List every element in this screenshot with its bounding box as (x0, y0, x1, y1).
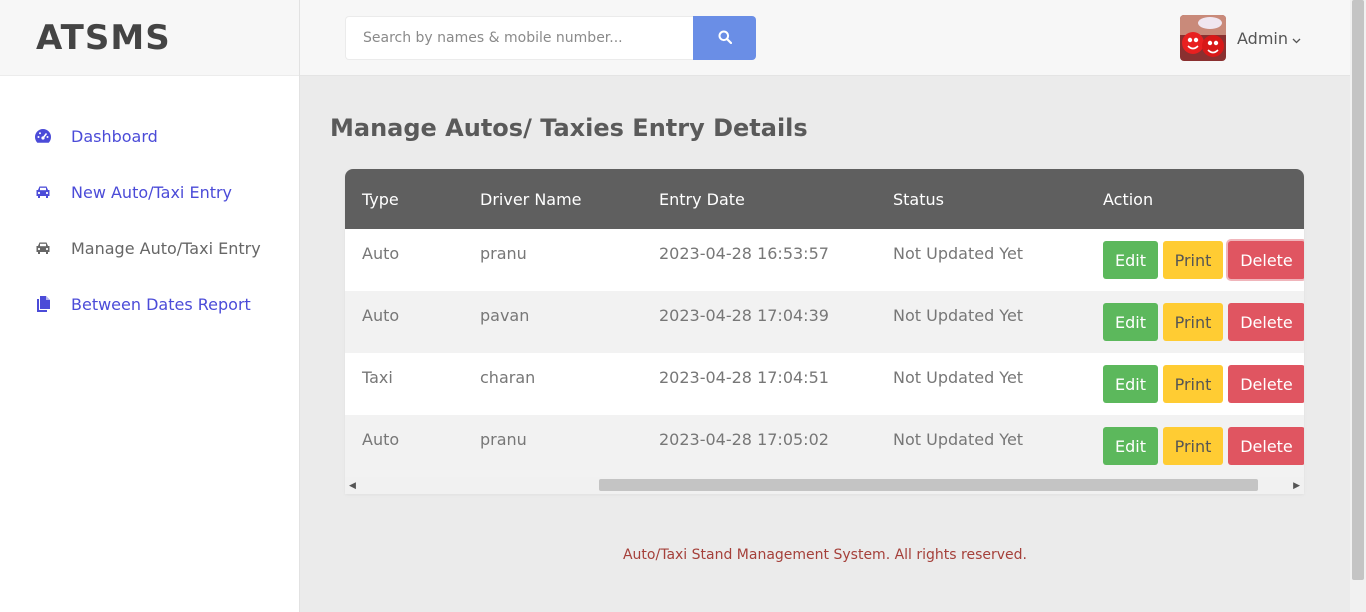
print-button[interactable]: Print (1163, 241, 1223, 279)
delete-button[interactable]: Delete (1228, 427, 1304, 465)
cell-driver-name: pranu (480, 430, 527, 449)
scrollbar-thumb[interactable] (599, 479, 1258, 491)
delete-button[interactable]: Delete (1228, 365, 1304, 403)
top-header: Admin (300, 0, 1350, 76)
search-input[interactable] (345, 16, 693, 60)
cell-status: Not Updated Yet (893, 244, 1024, 263)
table-row: Taxi charan 2023-04-28 17:04:51 Not Upda… (345, 353, 1304, 415)
car-icon (34, 239, 52, 257)
sidebar-item-label: New Auto/Taxi Entry (71, 182, 233, 202)
table-row: Auto pavan 2023-04-28 17:04:39 Not Updat… (345, 291, 1304, 353)
cell-type: Taxi (362, 368, 393, 387)
column-header-type: Type (362, 189, 399, 209)
scroll-right-icon[interactable]: ▶ (1293, 481, 1300, 491)
car-icon (34, 183, 52, 201)
cell-status: Not Updated Yet (893, 430, 1024, 449)
avatar[interactable] (1180, 15, 1226, 61)
chevron-down-icon (1292, 29, 1301, 48)
sidebar-item-label: Dashboard (71, 126, 158, 146)
table-header-row: Type Driver Name Entry Date Status Actio… (345, 169, 1304, 229)
cell-status: Not Updated Yet (893, 368, 1024, 387)
sidebar-nav: Dashboard New Auto/Taxi Entry Manage Aut… (0, 108, 299, 332)
cell-driver-name: pavan (480, 306, 530, 325)
cell-type: Auto (362, 306, 400, 325)
table-row: Auto pranu 2023-04-28 17:05:02 Not Updat… (345, 415, 1304, 477)
edit-button[interactable]: Edit (1103, 241, 1158, 279)
search-button[interactable] (693, 16, 756, 60)
entries-table: Type Driver Name Entry Date Status Actio… (345, 169, 1304, 494)
cell-entry-date: 2023-04-28 17:05:02 (659, 430, 829, 449)
user-menu[interactable]: Admin (1180, 15, 1301, 61)
sidebar-item-label: Between Dates Report (71, 294, 251, 314)
search-icon (718, 29, 732, 48)
cell-driver-name: pranu (480, 244, 527, 263)
print-button[interactable]: Print (1163, 303, 1223, 341)
sidebar-item-manage-entry[interactable]: Manage Auto/Taxi Entry (0, 220, 299, 276)
scroll-left-icon[interactable]: ◀ (349, 481, 356, 491)
sidebar: ATSMS Dashboard New Auto/Taxi Entry Mana… (0, 0, 300, 612)
table-row: Auto pranu 2023-04-28 16:53:57 Not Updat… (345, 229, 1304, 291)
dashboard-icon (34, 127, 52, 145)
cell-actions: Edit Print Delete (1103, 427, 1304, 465)
print-button[interactable]: Print (1163, 427, 1223, 465)
files-icon (34, 295, 52, 313)
footer-text: Auto/Taxi Stand Management System. All r… (622, 547, 1027, 563)
delete-button[interactable]: Delete (1228, 241, 1304, 279)
cell-entry-date: 2023-04-28 17:04:39 (659, 306, 829, 325)
cell-status: Not Updated Yet (893, 306, 1024, 325)
cell-actions: Edit Print Delete (1103, 303, 1304, 341)
cell-actions: Edit Print Delete (1103, 241, 1304, 279)
cell-type: Auto (362, 430, 400, 449)
edit-button[interactable]: Edit (1103, 427, 1158, 465)
scrollbar-thumb[interactable] (1352, 0, 1364, 580)
page-title: Manage Autos/ Taxies Entry Details (330, 114, 808, 142)
column-header-driver-name: Driver Name (480, 189, 582, 209)
cell-driver-name: charan (480, 368, 536, 387)
horizontal-scrollbar[interactable]: ◀ ▶ (345, 477, 1304, 494)
edit-button[interactable]: Edit (1103, 303, 1158, 341)
brand[interactable]: ATSMS (0, 0, 299, 76)
sidebar-item-between-dates-report[interactable]: Between Dates Report (0, 276, 299, 332)
cell-entry-date: 2023-04-28 16:53:57 (659, 244, 829, 263)
cell-actions: Edit Print Delete (1103, 365, 1304, 403)
sidebar-item-dashboard[interactable]: Dashboard (0, 108, 299, 164)
user-name: Admin (1237, 28, 1288, 48)
delete-button[interactable]: Delete (1228, 303, 1304, 341)
vertical-scrollbar[interactable] (1350, 0, 1366, 612)
search-bar (345, 16, 756, 60)
cell-entry-date: 2023-04-28 17:04:51 (659, 368, 829, 387)
column-header-action: Action (1103, 189, 1154, 209)
edit-button[interactable]: Edit (1103, 365, 1158, 403)
sidebar-item-new-entry[interactable]: New Auto/Taxi Entry (0, 164, 299, 220)
brand-logo-text[interactable]: ATSMS (36, 18, 171, 58)
cell-type: Auto (362, 244, 400, 263)
sidebar-item-label: Manage Auto/Taxi Entry (71, 238, 261, 258)
column-header-status: Status (893, 189, 944, 209)
print-button[interactable]: Print (1163, 365, 1223, 403)
column-header-entry-date: Entry Date (659, 189, 745, 209)
